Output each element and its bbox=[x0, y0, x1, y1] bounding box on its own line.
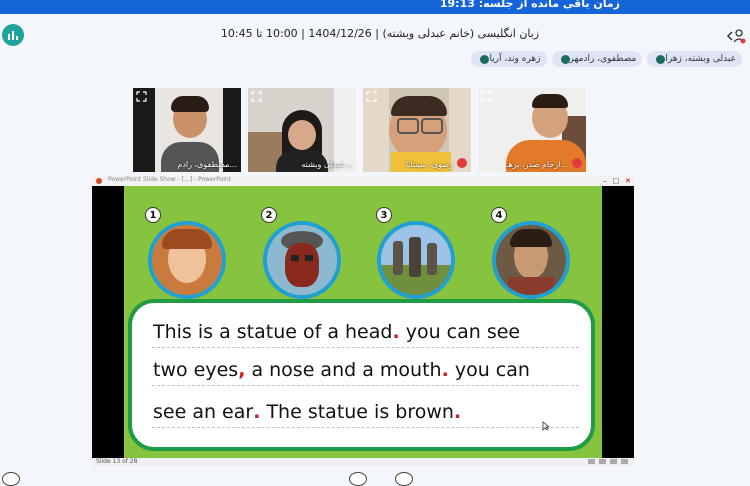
toolbar-button[interactable] bbox=[349, 472, 367, 486]
view-normal-icon[interactable] bbox=[588, 459, 595, 464]
slideshow-statusbar: Slide 13 of 28 bbox=[92, 458, 634, 466]
participant-name: رضوی، سپنتایا bbox=[405, 160, 453, 169]
window-titlebar: PowerPoint Slide Show - [...] - PowerPoi… bbox=[92, 176, 634, 186]
participant-chip[interactable]: زهره وند، آریا bbox=[471, 51, 547, 67]
status-dot bbox=[560, 54, 570, 64]
toolbar-button[interactable] bbox=[395, 472, 413, 486]
video-tile[interactable]: ارحام صدر، برهـ... bbox=[478, 88, 586, 172]
sentence-line: two eyes, a nose and a mouth. you can bbox=[153, 359, 530, 381]
moai-statues-image bbox=[377, 221, 455, 299]
roman-portrait-image bbox=[492, 221, 570, 299]
participant-chips: زهره وند، آریا مصطفوی، رادمهر عبدلی وبشت… bbox=[471, 51, 742, 67]
picture-number: 1 bbox=[145, 207, 161, 223]
status-dot bbox=[656, 54, 666, 64]
expand-icon[interactable] bbox=[251, 91, 262, 102]
view-slideshow-icon[interactable] bbox=[621, 459, 628, 464]
window-title: PowerPoint Slide Show - [...] - PowerPoi… bbox=[108, 176, 232, 183]
video-tile[interactable]: مصطفوی، رادم... bbox=[133, 88, 241, 172]
shared-screen: PowerPoint Slide Show - [...] - PowerPoi… bbox=[92, 176, 634, 466]
participant-name: عبدلی وبشته... bbox=[301, 160, 352, 169]
view-sorter-icon[interactable] bbox=[599, 459, 606, 464]
expand-icon[interactable] bbox=[366, 91, 377, 102]
mic-muted-icon bbox=[572, 158, 582, 168]
presentation-slide: 1 2 3 4 This is a statue of a head. you … bbox=[124, 186, 602, 458]
mouse-cursor-icon bbox=[542, 421, 550, 431]
expand-icon[interactable] bbox=[136, 91, 147, 102]
session-timer: زمان باقی مانده از جلسه: 19:13 bbox=[439, 0, 620, 10]
stats-button[interactable] bbox=[2, 24, 24, 46]
minimize-icon[interactable]: – bbox=[603, 177, 607, 185]
participant-name: ارحام صدر، برهـ... bbox=[506, 160, 568, 169]
picture-number: 3 bbox=[376, 207, 392, 223]
participants-button[interactable] bbox=[726, 26, 746, 46]
picture-number: 2 bbox=[261, 207, 277, 223]
expand-icon[interactable] bbox=[481, 91, 492, 102]
sentence-line: see an ear. The statue is brown. bbox=[153, 401, 462, 423]
participant-chip[interactable]: مصطفوی، رادمهر bbox=[551, 51, 643, 67]
close-icon[interactable]: ✕ bbox=[625, 177, 631, 185]
view-reading-icon[interactable] bbox=[610, 459, 617, 464]
video-tile[interactable]: عبدلی وبشته... bbox=[248, 88, 356, 172]
picture-number: 4 bbox=[491, 207, 507, 223]
sentence-line: This is a statue of a head. you can see bbox=[153, 321, 521, 343]
class-title: زبان انگلیسی (خانم عبدلی وبشته) | 1404/1… bbox=[220, 27, 540, 40]
mask-image bbox=[263, 221, 341, 299]
video-tile[interactable]: رضوی، سپنتایا bbox=[363, 88, 471, 172]
participant-name: مصطفوی، رادم... bbox=[177, 160, 237, 169]
maximize-icon[interactable]: □ bbox=[613, 177, 620, 185]
slide-counter: Slide 13 of 28 bbox=[96, 458, 138, 465]
session-timer-bar: زمان باقی مانده از جلسه: 19:13 bbox=[0, 0, 750, 14]
powerpoint-icon bbox=[96, 178, 102, 184]
bar-chart-icon bbox=[8, 31, 18, 40]
participant-chip[interactable]: عبدلی وبشته، زهرا bbox=[647, 51, 742, 67]
status-dot bbox=[480, 54, 490, 64]
sentence-box: This is a statue of a head. you can see … bbox=[128, 299, 595, 451]
girl-portrait-image bbox=[148, 221, 226, 299]
toolbar-button[interactable] bbox=[2, 472, 20, 486]
user-chevron-icon bbox=[726, 29, 746, 44]
mic-muted-icon bbox=[457, 158, 467, 168]
